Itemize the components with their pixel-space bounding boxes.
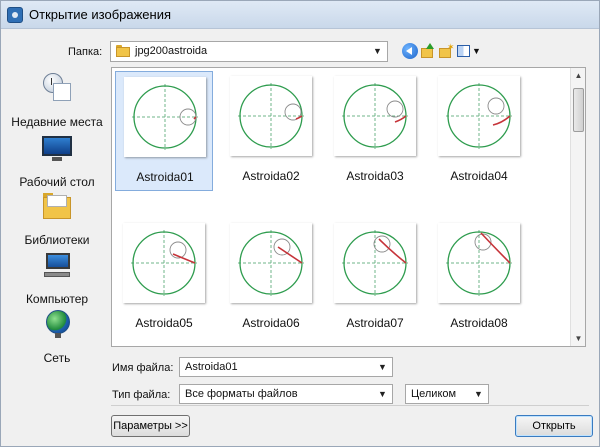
view-menu-icon[interactable]: ▼ (457, 43, 481, 59)
mode-select[interactable]: Целиком ▼ (405, 384, 489, 404)
folder-value: jpg200astroida (135, 45, 208, 57)
app-icon (7, 7, 23, 23)
file-tile[interactable]: Astroida02 (222, 71, 320, 191)
title-bar: Открытие изображения (1, 1, 599, 29)
file-gallery: Astroida01 Astroida02 Astroida03 Astroid… (111, 67, 586, 347)
scroll-thumb[interactable] (573, 88, 584, 132)
file-name: Astroida04 (450, 169, 508, 183)
file-thumbnail (334, 76, 416, 156)
file-thumbnail (438, 76, 520, 156)
network-icon (41, 309, 73, 339)
place-label: Компьютер (25, 292, 89, 306)
file-thumbnail (123, 223, 205, 303)
place-computer[interactable]: Компьютер (7, 250, 107, 306)
chevron-down-icon: ▼ (378, 389, 387, 399)
libraries-icon (41, 191, 73, 221)
chevron-down-icon: ▼ (378, 362, 387, 372)
desktop-icon (41, 133, 73, 163)
folder-combo[interactable]: jpg200astroida ▼ (110, 41, 388, 62)
folder-row: Папка: jpg200astroida ▼ (1, 39, 599, 65)
mode-value: Целиком (411, 388, 457, 400)
file-name: Astroida02 (242, 169, 300, 183)
file-name: Astroida08 (450, 316, 508, 330)
up-folder-icon[interactable] (420, 43, 436, 59)
new-folder-icon[interactable]: ✶ (438, 43, 455, 59)
open-image-dialog: Открытие изображения Папка: jpg200astroi… (0, 0, 600, 447)
file-thumbnail (124, 77, 206, 157)
chevron-down-icon: ▼ (373, 46, 382, 56)
file-name: Astroida01 (136, 170, 194, 184)
open-button[interactable]: Открыть (515, 415, 593, 437)
file-thumbnail (334, 223, 416, 303)
filename-value: Astroida01 (185, 361, 238, 373)
folder-icon (116, 45, 130, 57)
scroll-down-icon[interactable]: ▼ (571, 331, 586, 346)
filetype-select[interactable]: Все форматы файлов ▼ (179, 384, 393, 404)
computer-icon (41, 250, 73, 280)
file-tile[interactable]: Astroida07 (326, 218, 424, 338)
place-libraries[interactable]: Библиотеки (7, 191, 107, 247)
file-name: Astroida03 (346, 169, 404, 183)
file-tile[interactable]: Astroida05 (115, 218, 213, 338)
file-tile[interactable]: Astroida04 (430, 71, 528, 191)
place-desktop[interactable]: Рабочий стол (7, 133, 107, 189)
file-tile[interactable]: Astroida03 (326, 71, 424, 191)
window-title: Открытие изображения (29, 7, 172, 22)
divider (111, 405, 589, 406)
place-label: Библиотеки (24, 233, 90, 247)
filename-combo[interactable]: Astroida01 ▼ (179, 357, 393, 377)
vertical-scrollbar[interactable]: ▲ ▼ (570, 68, 585, 346)
filetype-value: Все форматы файлов (185, 388, 298, 400)
place-label: Рабочий стол (19, 175, 95, 189)
file-thumbnail (438, 223, 520, 303)
file-tile[interactable]: Astroida08 (430, 218, 528, 338)
filename-label: Имя файла: (112, 362, 174, 374)
place-recent[interactable]: Недавние места (7, 73, 107, 129)
place-label: Сеть (43, 351, 71, 365)
file-name: Astroida07 (346, 316, 404, 330)
place-network[interactable]: Сеть (7, 309, 107, 365)
filetype-label: Тип файла: (112, 389, 171, 401)
places-bar: Недавние места Рабочий стол Библиотеки К… (7, 71, 107, 371)
file-thumbnail (230, 76, 312, 156)
folder-label: Папка: (68, 46, 103, 58)
file-name: Astroida05 (135, 316, 193, 330)
file-tile[interactable]: Astroida01 (115, 71, 213, 191)
chevron-down-icon: ▼ (474, 389, 483, 399)
back-icon[interactable] (402, 43, 418, 59)
scroll-up-icon[interactable]: ▲ (571, 68, 586, 83)
place-label: Недавние места (11, 115, 103, 129)
params-button[interactable]: Параметры >> (111, 415, 190, 437)
recent-places-icon (41, 73, 73, 103)
file-name: Astroida06 (242, 316, 300, 330)
file-tile[interactable]: Astroida06 (222, 218, 320, 338)
file-thumbnail (230, 223, 312, 303)
